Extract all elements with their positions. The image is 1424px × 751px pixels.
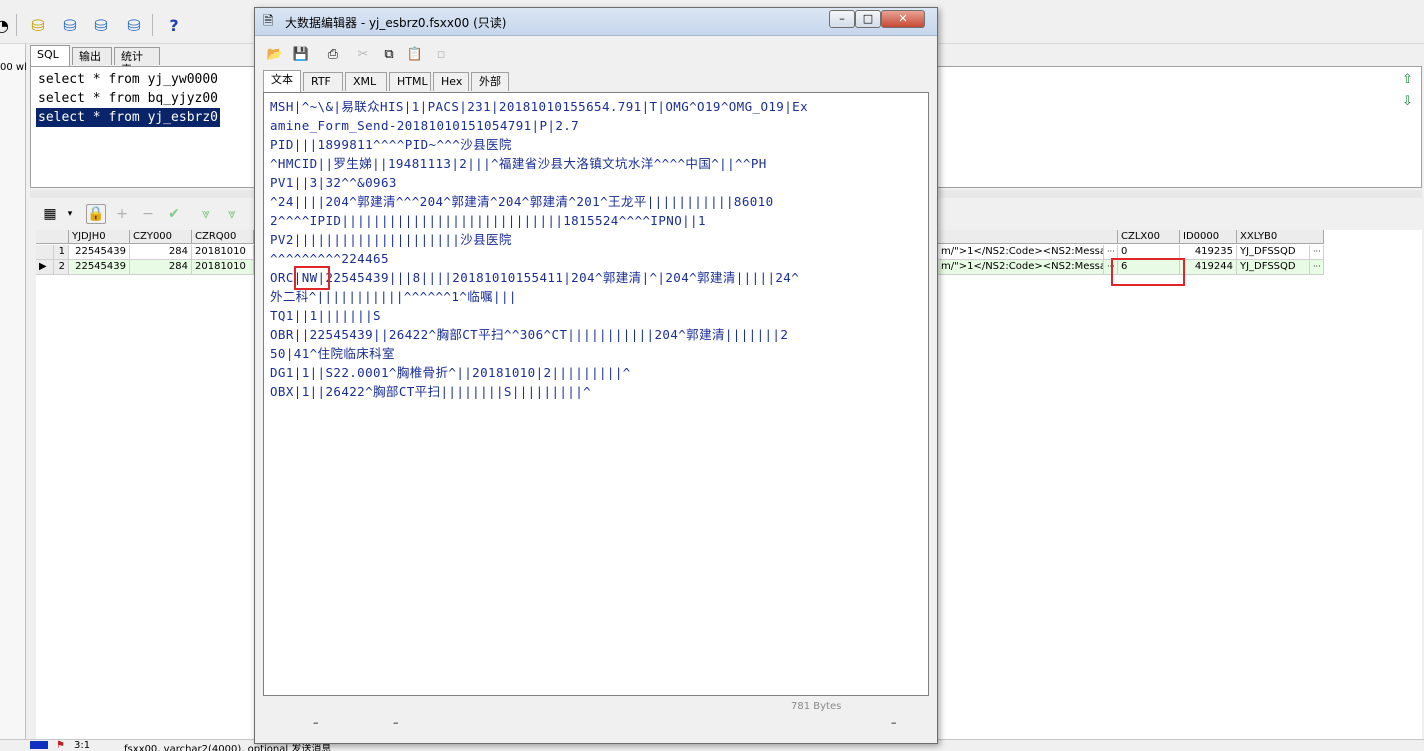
text-line: OBR||22545439||26422^胸部CT平扫^^306^CT|||||… [270,327,789,342]
db-user-icon[interactable]: ⛁ [89,13,113,37]
grid-cell[interactable]: YJ_DFSSQD [1237,245,1310,260]
grid-cell[interactable]: m/">1</NS2:Code><NS2:Messag [938,245,1104,260]
row-indicator[interactable] [36,245,54,260]
fetch-last-icon[interactable]: ⩔ [222,204,242,224]
text-line: MSH|^~\&|易联众HIS|1|PACS|231|2018101015565… [270,99,809,114]
cell-ellipsis-button[interactable]: ··· [1310,245,1324,260]
column-header[interactable]: CZRQ00 [192,230,254,244]
print-icon[interactable]: ⎙ [323,44,343,64]
column-header[interactable]: XXLYB0 [1237,230,1324,244]
object-browser-text: 00 wl [0,62,27,73]
grid-corner [36,230,69,244]
tab-rtf[interactable]: RTF [303,72,343,91]
editor-toolbar: 📂 💾 ⎙ ✂ ⧉ 📋 ▫ [261,42,931,68]
post-check-icon[interactable]: ✔ [164,204,184,224]
column-header-blank[interactable] [938,230,1118,244]
text-line: DG1|1||S22.0001^胸椎骨折^||20181010|2|||||||… [270,365,631,380]
sql-line[interactable]: select * from bq_yjyz00 [36,89,220,108]
tab-external[interactable]: 外部 [471,72,509,91]
text-line: amine_Form_Send-20181010151054791|P|2.7 [270,118,580,133]
copy-icon[interactable]: ⧉ [379,44,399,64]
grid-cell[interactable]: 22545439 [69,260,130,275]
dialog-title: 大数据编辑器 - yj_esbrz0.fsxx00 (只读) [285,16,507,30]
tab-text[interactable]: 文本 [263,70,301,92]
minimize-button[interactable]: – [829,10,855,28]
app-icon: 🗎 [263,14,274,29]
tab-sql[interactable]: SQL [30,45,70,66]
clear-icon[interactable]: ▫ [431,44,451,64]
status-dash: – [891,716,897,729]
column-header[interactable]: ID0000 [1180,230,1237,244]
text-line: 50|41^住院临床科室 [270,346,395,361]
sql-line[interactable]: select * from yj_yw0000 [36,70,220,89]
status-indicator [30,741,48,749]
delete-record-icon[interactable]: − [138,204,158,224]
annotation-highlight-box [1111,258,1185,286]
grid-cell[interactable]: 419244 [1180,260,1237,275]
maximize-button[interactable]: □ [855,10,881,28]
cut-icon[interactable]: ✂ [353,44,373,64]
sql-scroll-buttons: ⇧ ⇩ [1396,68,1420,186]
grid-cell[interactable]: 20181010 [192,260,254,275]
grid-cell[interactable]: 284 [130,245,192,260]
grid-cell[interactable]: 284 [130,260,192,275]
save-icon[interactable]: 💾 [291,44,311,64]
text-line: PV2|||||||||||||||||||||沙县医院 [270,232,512,247]
toolbar-separator [16,14,17,36]
grid-cell[interactable]: 20181010 [192,245,254,260]
edit-mode-icon: ⚑ [56,740,65,751]
sql-line-selected[interactable]: select * from yj_esbrz0 [36,108,221,127]
arrow-up-icon[interactable]: ⇧ [1402,72,1413,87]
grid-cell[interactable]: 22545439 [69,245,130,260]
tab-output[interactable]: 输出 [72,47,112,65]
chevron-down-icon[interactable]: ▾ [60,204,80,224]
arrow-down-icon[interactable]: ⇩ [1402,94,1413,109]
text-line: 2^^^^IPID||||||||||||||||||||||||||||181… [270,213,706,228]
db-refresh-icon[interactable]: ⛁ [122,13,146,37]
text-line: TQ1||1|||||||S [270,308,381,323]
tab-xml[interactable]: XML [345,72,387,91]
paste-icon[interactable]: 📋 [405,44,425,64]
tab-hex[interactable]: Hex [433,72,469,91]
annotation-highlight-box [294,266,330,290]
object-browser-strip [0,44,26,751]
text-line: OBX|1||26422^胸部CT平扫||||||||S|||||||||^ [270,384,592,399]
column-header[interactable]: YJDJH0 [69,230,130,244]
text-line: PID|||1899811^^^^PID~^^^沙县医院 [270,137,512,152]
current-row-arrow-icon[interactable]: ▶ [36,260,54,275]
psql-icon[interactable]: ⛁ [58,13,82,37]
toolbar-separator [152,14,153,36]
open-file-icon[interactable]: 📂 [265,44,285,64]
cell-ellipsis-button[interactable]: ··· [1310,260,1324,275]
column-header[interactable]: CZLX00 [1118,230,1180,244]
close-button[interactable]: ✕ [881,10,925,28]
status-dash: – [393,716,399,729]
add-record-icon[interactable]: + [112,204,132,224]
column-header[interactable]: CZY000 [130,230,192,244]
tab-html[interactable]: HTML [389,72,431,91]
large-data-editor-dialog: 🗎 大数据编辑器 - yj_esbrz0.fsxx00 (只读) – □ ✕ 📂… [254,7,938,744]
dialog-titlebar[interactable]: 🗎 大数据编辑器 - yj_esbrz0.fsxx00 (只读) – □ ✕ [255,8,937,36]
lock-icon[interactable]: 🔒 [86,204,106,224]
grid-cell[interactable]: m/">1</NS2:Code><NS2:Messag [938,260,1104,275]
grid-view-icon[interactable]: ▦ [40,204,60,224]
text-line: ^HMCID||罗生娣||19481113|2|||^福建省沙县大洛镇文坑水洋^… [270,156,767,171]
row-number: 1 [54,245,69,260]
fetch-next-icon[interactable]: ⩔ [196,204,216,224]
text-line: ^24||||204^郭建清^^^204^郭建清^204^郭建清^201^王龙平… [270,194,774,209]
message-text-area[interactable]: MSH|^~\&|易联众HIS|1|PACS|231|2018101015565… [263,92,929,696]
tab-statistics[interactable]: 统计表 [114,47,160,76]
partial-icon: ◔ [0,15,9,35]
byte-count: 781 Bytes [791,701,842,712]
row-number: 2 [54,260,69,275]
text-line: PV1||3|32^^&0963 [270,175,397,190]
help-icon[interactable]: ? [162,13,186,37]
text-line: ORC|NW|22545439|||8||||20181010155411|20… [270,270,800,285]
db-connect-icon[interactable]: ⛁ [26,13,50,37]
cursor-position: 3:1 [74,740,91,751]
grid-cell[interactable]: YJ_DFSSQD [1237,260,1310,275]
status-dash: – [313,716,319,729]
grid-cell[interactable]: 419235 [1180,245,1237,260]
